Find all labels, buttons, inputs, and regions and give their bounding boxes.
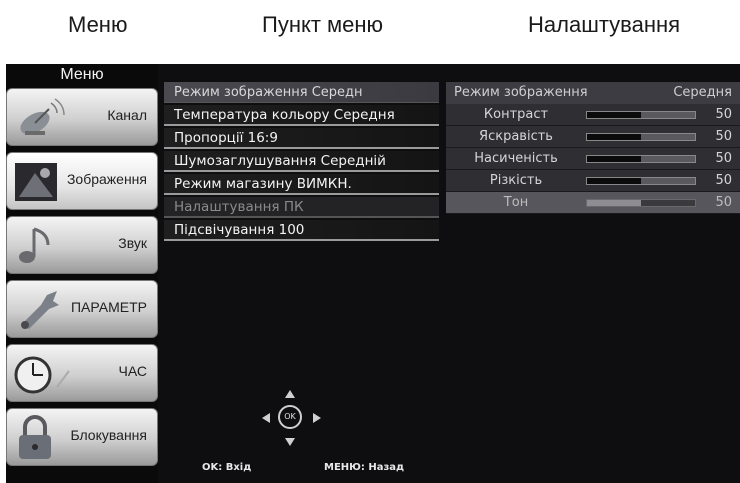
settings-row-name: Тон bbox=[503, 195, 529, 210]
settings-row-name: Контраст bbox=[483, 107, 549, 122]
menu-item-parameter[interactable]: ПАРАМЕТР bbox=[6, 280, 158, 338]
settings-slider[interactable] bbox=[586, 133, 696, 141]
arrow-right-icon bbox=[313, 413, 321, 423]
settings-row-value: 50 bbox=[715, 129, 732, 144]
settings-row-value: 50 bbox=[715, 173, 732, 188]
caption-menu: Меню bbox=[68, 12, 128, 37]
wrench-icon bbox=[21, 291, 59, 329]
list-item-noise-reduction[interactable]: Шумозаглушування Середній bbox=[164, 151, 439, 172]
menu-item-list: Режим зображення Середн Температура коль… bbox=[164, 82, 439, 243]
ok-icon: OK bbox=[278, 405, 302, 429]
arrow-down-icon bbox=[285, 438, 295, 446]
list-item-color-temperature[interactable]: Температура кольору Середня bbox=[164, 105, 439, 126]
settings-slider-fill bbox=[587, 112, 641, 118]
settings-slider-fill bbox=[587, 134, 641, 140]
settings-slider[interactable] bbox=[586, 111, 696, 119]
menu-item-label: ЧАС bbox=[118, 363, 147, 379]
settings-header-value: Середня bbox=[673, 85, 732, 100]
settings-slider[interactable] bbox=[586, 177, 696, 185]
navigation-pad: OK bbox=[256, 386, 326, 452]
menu-item-label: ПАРАМЕТР bbox=[70, 299, 147, 315]
settings-slider[interactable] bbox=[586, 155, 696, 163]
settings-header-label: Режим зображення bbox=[454, 85, 588, 100]
settings-row-name: Насиченість bbox=[474, 151, 558, 166]
settings-slider[interactable] bbox=[586, 199, 696, 207]
list-item-aspect-ratio[interactable]: Пропорції 16:9 bbox=[164, 128, 439, 149]
satellite-dish-icon bbox=[20, 98, 65, 135]
settings-slider-fill bbox=[587, 156, 641, 162]
menu-item-label: Звук bbox=[118, 235, 147, 251]
settings-row[interactable]: Насиченість 50 bbox=[446, 148, 740, 170]
caption-settings: Налаштування bbox=[528, 12, 681, 37]
settings-slider-fill bbox=[587, 178, 641, 184]
tv-screen: Меню Канал Зображення Звук ПАРАМЕТР ЧАС … bbox=[6, 64, 740, 483]
menu-item-label: Канал bbox=[107, 107, 147, 123]
hint-menu: МЕНЮ: Назад bbox=[324, 462, 405, 473]
menu-item-lock[interactable]: Блокування bbox=[6, 408, 158, 466]
picture-icon bbox=[15, 163, 57, 201]
list-item-picture-mode[interactable]: Режим зображення Середн bbox=[164, 82, 439, 103]
settings-row[interactable]: Яскравість 50 bbox=[446, 126, 740, 148]
settings-row[interactable]: Різкість 50 bbox=[446, 170, 740, 192]
clock-icon bbox=[14, 356, 70, 394]
settings-row-name: Різкість bbox=[489, 173, 543, 188]
settings-slider-fill bbox=[587, 200, 641, 206]
padlock-icon bbox=[19, 415, 51, 459]
settings-row-name: Яскравість bbox=[479, 129, 553, 144]
list-item-store-mode[interactable]: Режим магазину ВИМКН. bbox=[164, 174, 439, 195]
main-menu: Меню Канал Зображення Звук ПАРАМЕТР ЧАС … bbox=[6, 64, 158, 483]
menu-item-label: Зображення bbox=[66, 171, 147, 187]
menu-title: Меню bbox=[60, 66, 104, 83]
settings-row-value: 50 bbox=[715, 195, 732, 210]
menu-item-channel[interactable]: Канал bbox=[6, 88, 158, 146]
music-note-icon bbox=[19, 227, 50, 263]
settings-header: Режим зображення Середня bbox=[446, 82, 740, 104]
settings-row[interactable]: Тон 50 bbox=[446, 192, 740, 214]
settings-row-value: 50 bbox=[715, 151, 732, 166]
settings-panel: Режим зображення Середня Контраст 50 Яскра… bbox=[446, 82, 740, 252]
menu-item-time[interactable]: ЧАС bbox=[6, 344, 158, 402]
menu-item-label: Блокування bbox=[70, 427, 147, 443]
arrow-up-icon bbox=[285, 390, 295, 398]
menu-item-sound[interactable]: Звук bbox=[6, 216, 158, 274]
menu-item-picture[interactable]: Зображення bbox=[6, 152, 158, 210]
settings-row[interactable]: Контраст 50 bbox=[446, 104, 740, 126]
list-item-pc-settings: Налаштування ПК bbox=[164, 197, 439, 218]
hint-ok: OK: Вхід bbox=[202, 462, 252, 473]
arrow-left-icon bbox=[262, 413, 270, 423]
caption-menu-item: Пункт меню bbox=[262, 12, 384, 37]
settings-row-value: 50 bbox=[715, 107, 732, 122]
list-item-backlight[interactable]: Підсвічування 100 bbox=[164, 220, 439, 241]
